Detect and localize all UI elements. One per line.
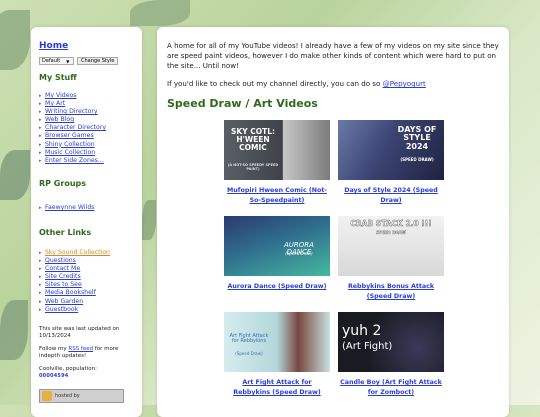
last-updated-text: This site was last updated on 10/13/2024: [39, 325, 120, 339]
video-title-link[interactable]: Days of Style 2024 (Speed Draw): [344, 187, 438, 204]
list-item: Music Collection: [39, 149, 134, 157]
nav-link-web-blog[interactable]: Web Blog: [45, 116, 74, 123]
background-leaf: [0, 10, 30, 70]
thumbnail-title: Art Fight Attack for Rebbykins: [229, 333, 269, 345]
chevron-down-icon: ▼: [66, 58, 70, 64]
style-switcher: Default ▼ Change Style: [39, 57, 134, 65]
list-item: Media Bookshelf: [39, 289, 134, 297]
thumbnail-subtitle: (Speed Draw): [285, 251, 313, 256]
video-thumbnail[interactable]: SKY COTL: H'WEEN COMIC (A NOT-SO SPEEDY …: [224, 120, 330, 180]
video-title-link[interactable]: Rebbykins Bonus Attack (Speed Draw): [348, 283, 434, 300]
video-title-link[interactable]: Candle Boy (Art Fight Attack for Zomboct…: [340, 379, 442, 396]
my-stuff-list: My Videos My Art Writing Directory Web B…: [39, 92, 134, 165]
nav-link-music-collection[interactable]: Music Collection: [45, 149, 95, 156]
thumbnail-subtitle: (A NOT-SO SPEEDY SPEED PAINT): [227, 163, 279, 171]
video-title-link[interactable]: Mufopiri Hween Comic (Not-So-Speedpaint): [227, 187, 327, 204]
list-item: Web Blog: [39, 116, 134, 124]
rss-feed-link[interactable]: RSS feed: [68, 346, 93, 352]
video-thumbnail[interactable]: yuh 2 (Art Fight): [338, 312, 444, 372]
nav-link-web-garden[interactable]: Web Garden: [45, 298, 83, 305]
intro-text: A home for all of my YouTube videos! I a…: [167, 41, 499, 70]
video-grid: SKY COTL: H'WEEN COMIC (A NOT-SO SPEEDY …: [224, 120, 499, 398]
badge-text: hosted by: [55, 392, 80, 399]
section-title: Speed Draw / Art Videos: [167, 97, 318, 110]
video-card: SKY COTL: H'WEEN COMIC (A NOT-SO SPEEDY …: [224, 120, 330, 206]
nav-link-writing-directory[interactable]: Writing Directory: [45, 108, 98, 115]
hit-counter: 00004594: [39, 372, 69, 379]
rp-groups-heading: RP Groups: [39, 178, 86, 188]
nav-link-shiny-collection[interactable]: Shiny Collection: [45, 141, 95, 148]
home-link[interactable]: Home: [39, 41, 134, 51]
channel-prefix: If you'd like to check out my channel di…: [167, 79, 383, 88]
other-links-list: Sky Sound Collection Questions Contact M…: [39, 249, 134, 314]
video-thumbnail[interactable]: DAYS OF STYLE 2024 (SPEED DRAW): [338, 120, 444, 180]
rp-groups-list: Faewynne Wilds: [39, 204, 134, 212]
hosting-badge[interactable]: hosted by: [39, 388, 124, 403]
nav-link-guestbook[interactable]: Guestbook: [45, 306, 78, 313]
thumbnail-subtitle: (Speed Draw): [235, 351, 263, 356]
video-title-link[interactable]: Aurora Dance (Speed Draw): [228, 283, 327, 290]
follow-text: Follow my RSS feed for more indepth upda…: [39, 346, 134, 360]
list-item: Faewynne Wilds: [39, 204, 134, 212]
list-item: Site Credits: [39, 273, 134, 281]
host-logo-icon: [42, 390, 52, 401]
nav-link-browser-games[interactable]: Browser Games: [45, 132, 94, 139]
nav-link-contact-me[interactable]: Contact Me: [45, 265, 80, 272]
list-item: Sites to See: [39, 281, 134, 289]
nav-link-site-credits[interactable]: Site Credits: [45, 273, 81, 280]
nav-link-my-videos[interactable]: My Videos: [45, 92, 77, 99]
background-leaf: [0, 150, 30, 200]
list-item: Guestbook: [39, 306, 134, 314]
my-stuff-heading: My Stuff: [39, 73, 77, 82]
nav-link-questions[interactable]: Questions: [45, 257, 76, 264]
background-leaf: [0, 300, 28, 360]
channel-text: If you'd like to check out my channel di…: [167, 79, 499, 89]
video-card: DAYS OF STYLE 2024 (SPEED DRAW) Days of …: [338, 120, 444, 206]
video-thumbnail[interactable]: Art Fight Attack for Rebbykins (Speed Dr…: [224, 312, 330, 372]
main-content: A home for all of my YouTube videos! I a…: [157, 27, 509, 417]
thumbnail-subtitle: (Art Fight): [342, 341, 393, 352]
list-item: Shiny Collection: [39, 141, 134, 149]
list-item: My Art: [39, 100, 134, 108]
nav-link-sky-sound-collection[interactable]: Sky Sound Collection: [45, 249, 110, 256]
video-card: CRAB STACK 2.0 !!! SPEED DRAW Rebbykins …: [338, 216, 444, 302]
thumbnail-subtitle: (SPEED DRAW): [400, 157, 434, 162]
follow-prefix: Follow my: [39, 345, 69, 352]
nav-link-sites-to-see[interactable]: Sites to See: [45, 281, 82, 288]
list-item: My Videos: [39, 92, 134, 100]
nav-link-my-art[interactable]: My Art: [45, 100, 65, 107]
nav-link-media-bookshelf[interactable]: Media Bookshelf: [45, 289, 96, 296]
style-select-value: Default: [42, 58, 61, 64]
list-item: Browser Games: [39, 132, 134, 140]
sidebar: Home Default ▼ Change Style My Stuff My …: [31, 27, 142, 417]
list-item: Enter Side Zones...: [39, 157, 134, 165]
style-select[interactable]: Default ▼: [39, 57, 74, 65]
list-item: Writing Directory: [39, 108, 134, 116]
list-item: Sky Sound Collection: [39, 249, 134, 257]
nav-link-faewynne-wilds[interactable]: Faewynne Wilds: [45, 204, 95, 211]
list-item: Character Directory: [39, 124, 134, 132]
nav-link-side-zones[interactable]: Enter Side Zones...: [45, 157, 104, 164]
background-leaf: [142, 200, 156, 240]
video-card: yuh 2 (Art Fight) Candle Boy (Art Fight …: [338, 312, 444, 398]
thumbnail-title: SKY COTL: H'WEEN COMIC: [230, 127, 276, 152]
thumbnail-subtitle: SPEED DRAW: [376, 230, 406, 235]
video-title-link[interactable]: Art Fight Attack for Rebbykins (Speed Dr…: [233, 379, 320, 396]
list-item: Web Garden: [39, 298, 134, 306]
population-label: Coolville, population:: [39, 365, 97, 372]
thumbnail-title: DAYS OF STYLE 2024: [397, 125, 437, 151]
thumbnail-title: CRAB STACK 2.0 !!!: [350, 219, 432, 228]
channel-link[interactable]: @Pepyogurt: [383, 79, 426, 88]
thumbnail-title: yuh 2: [342, 323, 382, 339]
nav-link-character-directory[interactable]: Character Directory: [45, 124, 106, 131]
video-thumbnail[interactable]: AURORA DANCE (Speed Draw): [224, 216, 330, 276]
change-style-button[interactable]: Change Style: [77, 57, 119, 65]
video-thumbnail[interactable]: CRAB STACK 2.0 !!! SPEED DRAW: [338, 216, 444, 276]
video-card: AURORA DANCE (Speed Draw) Aurora Dance (…: [224, 216, 330, 302]
video-card: Art Fight Attack for Rebbykins (Speed Dr…: [224, 312, 330, 398]
list-item: Questions: [39, 257, 134, 265]
background-leaf: [130, 0, 190, 26]
other-links-heading: Other Links: [39, 227, 92, 237]
list-item: Contact Me: [39, 265, 134, 273]
